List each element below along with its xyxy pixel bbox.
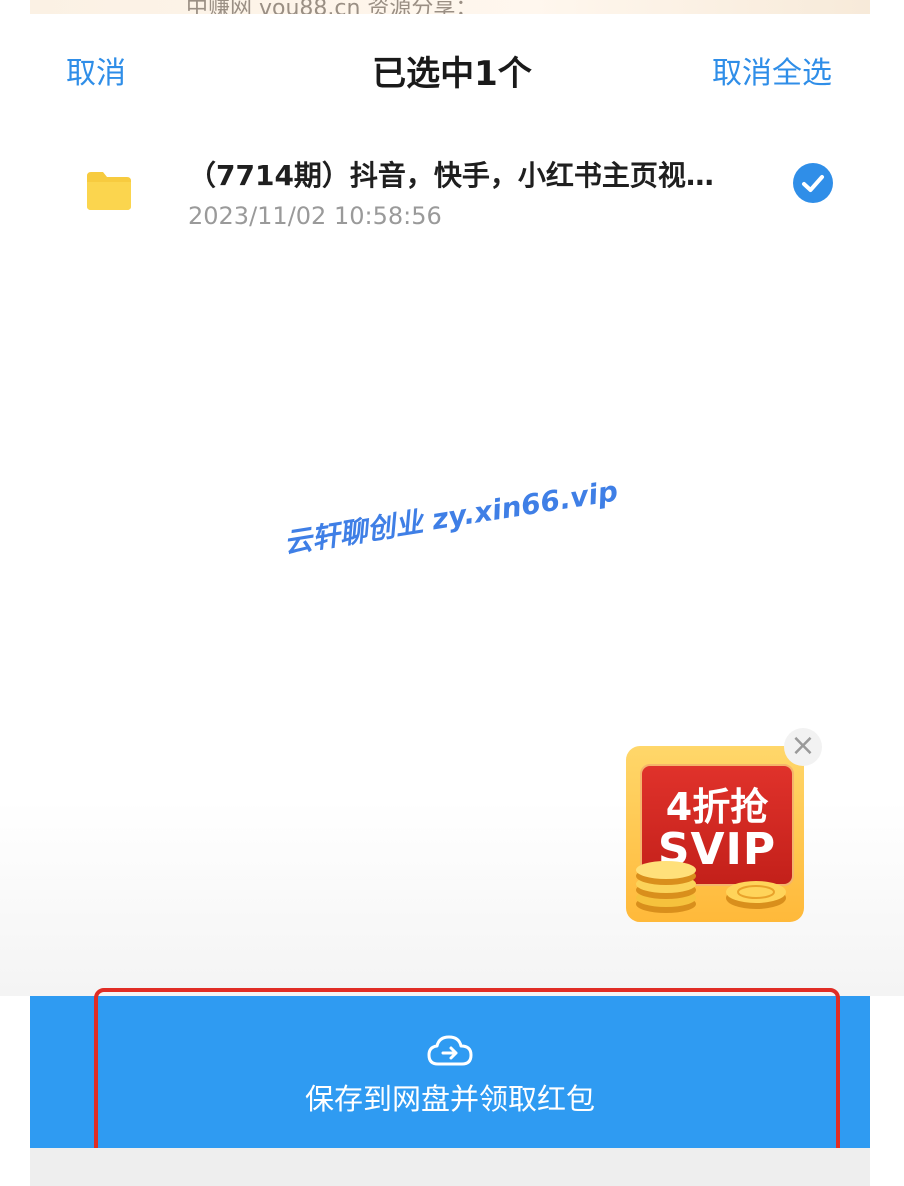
file-list-item[interactable]: （7714期）抖音，快手，小红书主页视… 2023/11/02 10:58:56 xyxy=(0,140,904,250)
highlight-frame xyxy=(94,988,840,1158)
promo-card: 4折抢 SVIP xyxy=(626,746,804,922)
top-banner: 中赚网 vou88.cn 资源分享： xyxy=(30,0,870,14)
watermark-text: 云轩聊创业 zy.xin66.vip xyxy=(281,474,621,560)
bottom-nav-strip xyxy=(30,1148,870,1186)
deselect-all-button[interactable]: 取消全选 xyxy=(712,48,832,92)
checkmark-icon[interactable] xyxy=(792,162,834,204)
file-date: 2023/11/02 10:58:56 xyxy=(188,202,442,230)
coins-icon xyxy=(636,861,786,913)
close-icon[interactable]: × xyxy=(784,728,822,766)
top-banner-text: 中赚网 vou88.cn 资源分享： xyxy=(186,0,478,14)
file-name: （7714期）抖音，快手，小红书主页视… xyxy=(188,159,714,192)
folder-icon xyxy=(87,172,131,210)
svip-promo-badge[interactable]: 4折抢 SVIP xyxy=(626,746,804,922)
selection-header: 取消 已选中1个 取消全选 xyxy=(0,40,904,96)
promo-discount-text: 4折抢 xyxy=(665,785,769,829)
